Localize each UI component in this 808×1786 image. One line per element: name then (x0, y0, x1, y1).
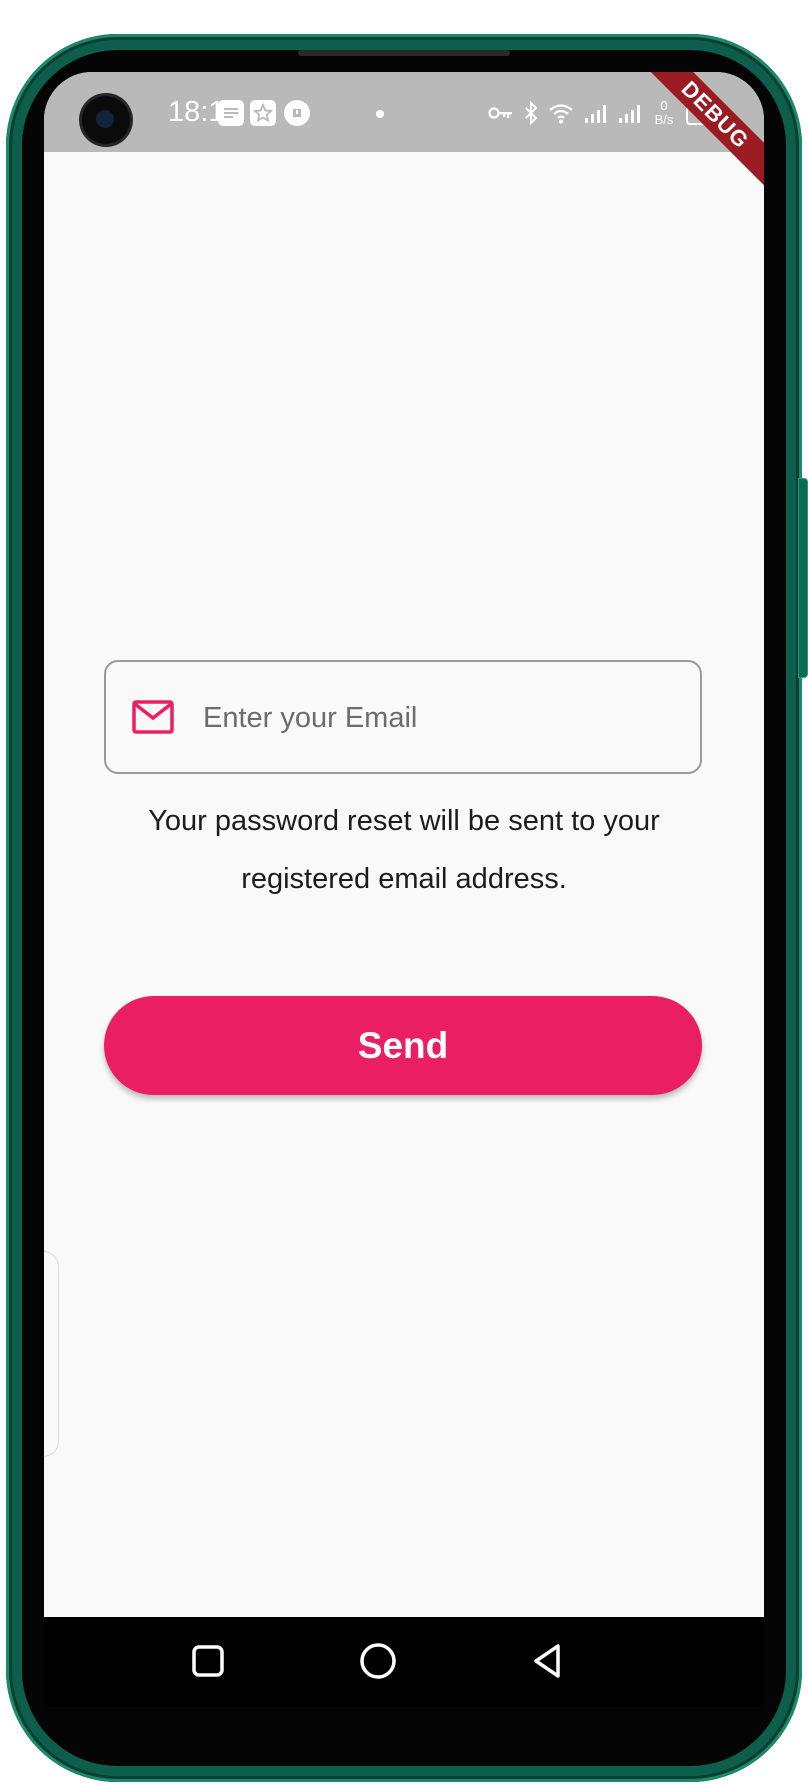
screen: 18:18 0 B/s 61 DEBUG (44, 72, 764, 1617)
email-field[interactable] (104, 660, 702, 774)
net-speed-value: 0 (660, 98, 668, 113)
helper-text: Your password reset will be sent to your… (148, 805, 660, 895)
star-app-icon (250, 100, 276, 126)
bluetooth-icon (525, 101, 538, 125)
back-triangle-icon[interactable] (526, 1639, 570, 1683)
more-dot-icon (376, 110, 384, 118)
net-speed: 0 B/s (652, 99, 676, 127)
navigation-bar (44, 1617, 764, 1707)
email-input[interactable] (201, 662, 685, 774)
forgot-password-form: Your password reset will be sent to your… (44, 152, 764, 1617)
signal-icon (585, 105, 606, 123)
recents-square-icon[interactable] (186, 1639, 230, 1683)
front-camera (82, 96, 130, 144)
power-button (798, 478, 808, 678)
signal-icon-2 (619, 105, 640, 123)
mail-icon (132, 700, 174, 734)
message-icon (218, 100, 244, 126)
speaker-slot (298, 50, 510, 56)
wifi-icon (549, 104, 573, 124)
edge-panel-handle[interactable] (44, 1251, 59, 1457)
download-icon (284, 100, 310, 126)
home-circle-icon[interactable] (356, 1639, 400, 1683)
net-speed-unit: B/s (654, 112, 674, 127)
status-bar: 18:18 0 B/s 61 DEBUG (44, 72, 764, 193)
send-button[interactable]: Send (104, 996, 702, 1095)
vpn-key-icon (488, 107, 512, 119)
